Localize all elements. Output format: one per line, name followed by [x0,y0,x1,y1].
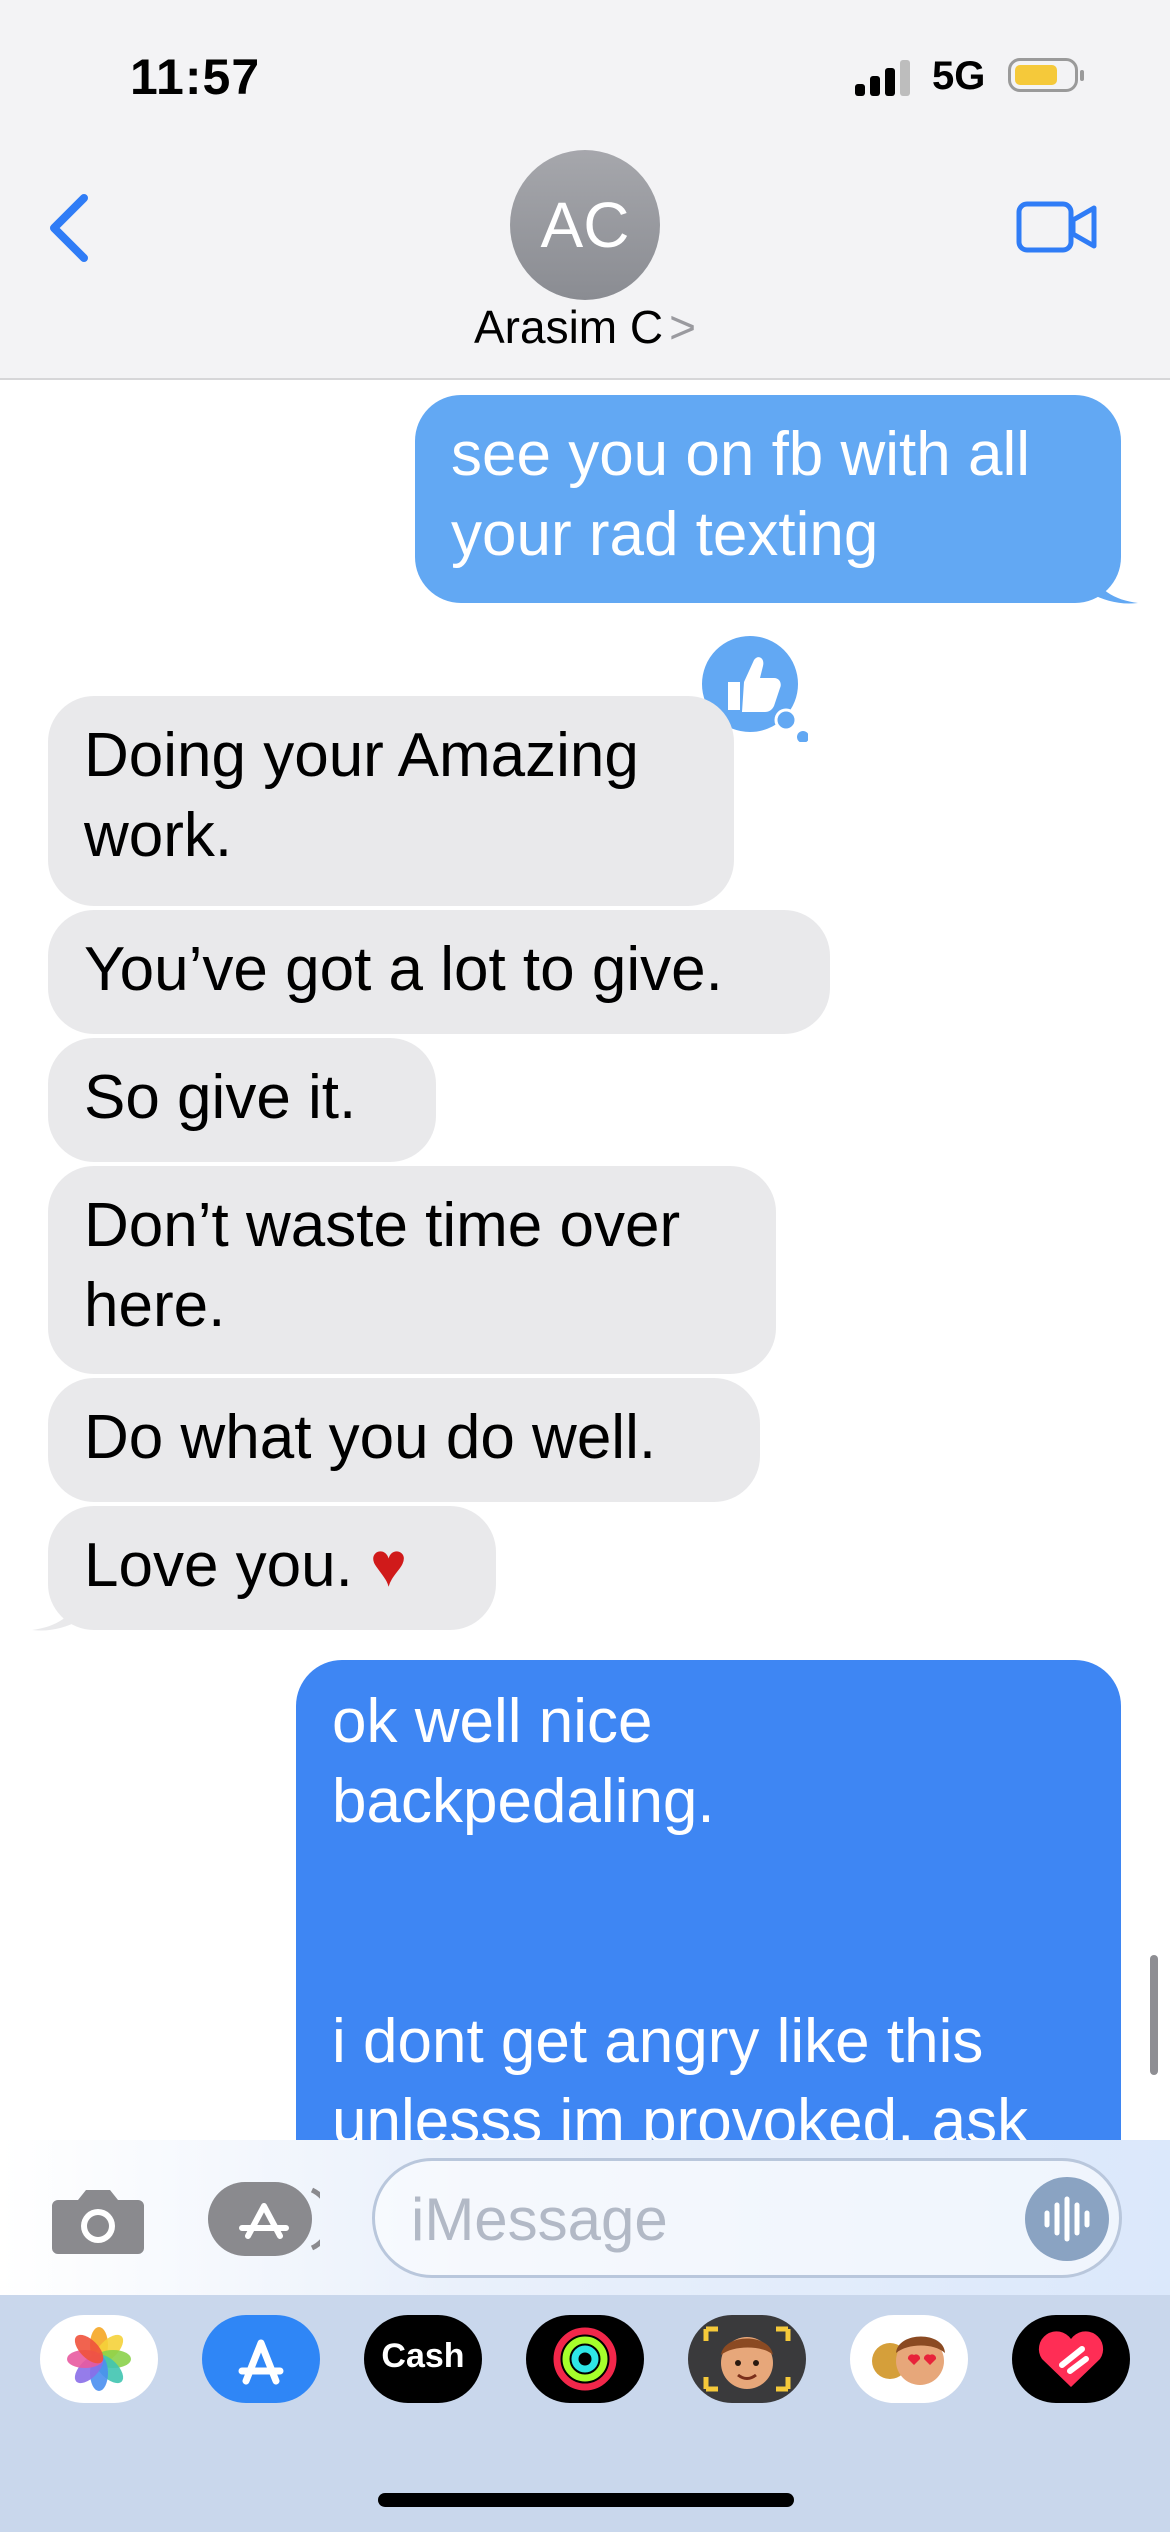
back-chevron-icon[interactable] [44,188,104,268]
network-type: 5G [932,54,986,98]
digital-touch-icon[interactable] [1012,2315,1130,2403]
message-line: Love you. ♥ [84,1531,407,1600]
activity-icon[interactable] [526,2315,644,2403]
message-line: backpedaling. [332,1767,715,1836]
message-line: see you on fb with all [451,420,1031,489]
contact-name-row[interactable]: Arasim C > [0,300,1170,354]
waveform-icon [1044,2196,1090,2242]
battery-icon [1008,58,1084,92]
received-message-bubble[interactable]: You’ve got a lot to give. [48,910,830,1034]
cellular-signal-icon [855,58,915,96]
contact-avatar[interactable]: AC [510,150,660,300]
memoji-stickers-icon[interactable] [850,2315,968,2403]
message-line [332,1842,1085,1922]
received-message-bubble[interactable]: So give it. [48,1038,436,1162]
received-message-bubble[interactable]: Doing your Amazing work. [48,696,734,906]
message-line: You’ve got a lot to give. [84,935,723,1004]
cash-label: Cash [381,2337,465,2375]
received-message-bubble[interactable]: Do what you do well. [48,1378,760,1502]
message-line: Do what you do well. [84,1403,657,1472]
photos-icon[interactable] [40,2315,158,2403]
received-message-bubble[interactable]: Love you. ♥ [48,1506,496,1630]
message-line: ok well nice [332,1687,653,1756]
received-message-bubble[interactable]: Don’t waste time over here. [48,1166,776,1374]
sent-message-bubble[interactable]: see you on fb with all your rad texting [415,395,1121,603]
scroll-indicator[interactable] [1150,1955,1158,2075]
bubble-tail [32,1592,80,1631]
message-line: Doing your Amazing [84,721,639,790]
message-line: Don’t waste time over [84,1191,681,1260]
cash-icon[interactable]: Cash [364,2315,482,2403]
status-bar: 11:57 5G [0,0,1170,150]
message-line: unlesss im provoked. ask [332,2087,1029,2140]
red-heart-icon: ♥ [370,1531,407,1600]
message-input[interactable] [409,2183,973,2255]
message-thread[interactable]: see you on fb with all your rad texting … [0,380,1170,2140]
home-indicator[interactable] [378,2493,794,2507]
message-line: here. [84,1271,226,1340]
chevron-right-icon: > [669,301,696,353]
message-line: your rad texting [451,500,879,569]
conversation-header: AC Arasim C > [0,150,1170,380]
app-store-apps-icon[interactable] [208,2182,320,2256]
message-line: i dont get angry like this [332,2007,984,2076]
message-line: So give it. [84,1063,357,1132]
imessage-input-field[interactable] [372,2158,1122,2278]
bubble-tail [1090,565,1138,604]
contact-name[interactable]: Arasim C [474,301,663,353]
compose-bar [0,2140,1170,2295]
audio-message-button[interactable] [1025,2177,1109,2261]
app-store-icon[interactable] [202,2315,320,2403]
facetime-video-icon[interactable] [1016,198,1098,258]
sent-message-bubble[interactable]: ok well nice backpedaling. i dont get an… [296,1660,1121,2140]
camera-icon[interactable] [50,2184,146,2256]
status-time: 11:57 [130,49,261,105]
message-line [332,1922,1085,2002]
memoji-icon[interactable] [688,2315,806,2403]
message-line: work. [84,801,233,870]
